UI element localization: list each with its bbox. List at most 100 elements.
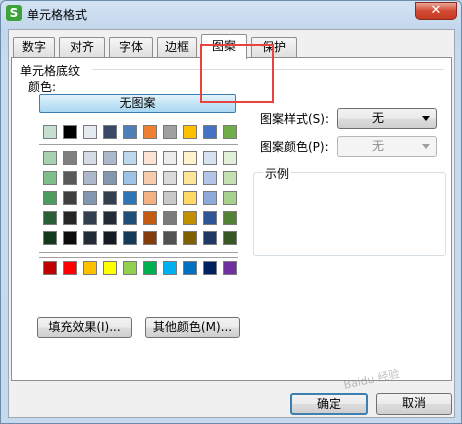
tab-number[interactable]: 数字 xyxy=(13,37,55,58)
color-swatch[interactable] xyxy=(203,151,217,165)
color-swatch[interactable] xyxy=(203,171,217,185)
color-swatch[interactable] xyxy=(183,211,197,225)
color-swatch[interactable] xyxy=(203,211,217,225)
color-swatch[interactable] xyxy=(83,211,97,225)
color-swatch[interactable] xyxy=(63,125,77,139)
group-divider xyxy=(92,69,444,70)
color-swatch[interactable] xyxy=(143,261,157,275)
pattern-color-value: 无 xyxy=(371,139,384,153)
color-swatch[interactable] xyxy=(183,171,197,185)
color-swatch[interactable] xyxy=(143,171,157,185)
color-swatch[interactable] xyxy=(63,211,77,225)
color-swatch[interactable] xyxy=(143,191,157,205)
dialog-title: 单元格格式 xyxy=(27,8,88,22)
color-swatch[interactable] xyxy=(123,191,137,205)
color-swatch[interactable] xyxy=(83,151,97,165)
color-swatch[interactable] xyxy=(83,191,97,205)
color-swatch[interactable] xyxy=(203,231,217,245)
color-swatch[interactable] xyxy=(163,211,177,225)
color-swatch[interactable] xyxy=(43,151,57,165)
color-swatch[interactable] xyxy=(163,125,177,139)
color-swatch[interactable] xyxy=(83,171,97,185)
color-swatch[interactable] xyxy=(143,211,157,225)
color-swatch[interactable] xyxy=(43,231,57,245)
tab-border[interactable]: 边框 xyxy=(157,37,197,58)
color-swatch[interactable] xyxy=(223,171,237,185)
close-button[interactable]: ✕ xyxy=(415,2,457,20)
tab-font[interactable]: 字体 xyxy=(109,37,153,58)
color-swatch[interactable] xyxy=(163,151,177,165)
color-swatch[interactable] xyxy=(43,125,57,139)
color-swatch[interactable] xyxy=(43,191,57,205)
color-swatch[interactable] xyxy=(63,191,77,205)
format-cells-dialog: S 单元格格式 ✕ 数字 对齐 字体 边框 图案 保护 单元格底纹 颜色: 无图… xyxy=(0,0,462,424)
color-swatch[interactable] xyxy=(43,171,57,185)
tab-protection[interactable]: 保护 xyxy=(251,37,297,58)
pattern-color-label: 图案颜色(P): xyxy=(260,140,329,154)
color-swatch[interactable] xyxy=(163,231,177,245)
color-label: 颜色: xyxy=(28,80,57,94)
tab-patterns[interactable]: 图案 xyxy=(201,34,247,59)
color-swatch[interactable] xyxy=(223,211,237,225)
pattern-color-dropdown[interactable]: 无 xyxy=(337,136,437,157)
color-swatch[interactable] xyxy=(123,125,137,139)
color-swatch[interactable] xyxy=(83,125,97,139)
color-swatch[interactable] xyxy=(183,191,197,205)
color-swatch[interactable] xyxy=(103,231,117,245)
no-pattern-button[interactable]: 无图案 xyxy=(39,94,236,113)
color-swatch[interactable] xyxy=(163,171,177,185)
color-swatch[interactable] xyxy=(143,151,157,165)
color-swatch[interactable] xyxy=(183,125,197,139)
color-swatch[interactable] xyxy=(123,261,137,275)
color-swatch[interactable] xyxy=(83,261,97,275)
fill-effects-button[interactable]: 填充效果(I)... xyxy=(37,317,132,338)
color-swatch[interactable] xyxy=(143,125,157,139)
color-swatch[interactable] xyxy=(63,171,77,185)
color-swatch[interactable] xyxy=(103,191,117,205)
pattern-style-value: 无 xyxy=(371,111,384,125)
palette-divider xyxy=(39,252,238,253)
cancel-button[interactable]: 取消 xyxy=(376,393,452,415)
color-swatch[interactable] xyxy=(203,125,217,139)
color-swatch[interactable] xyxy=(123,171,137,185)
preview-box xyxy=(253,172,446,256)
color-swatch[interactable] xyxy=(143,231,157,245)
color-swatch[interactable] xyxy=(103,211,117,225)
color-swatch[interactable] xyxy=(123,231,137,245)
color-swatch[interactable] xyxy=(63,231,77,245)
wps-spreadsheet-icon: S xyxy=(6,5,22,21)
color-swatch[interactable] xyxy=(103,151,117,165)
color-swatch[interactable] xyxy=(223,191,237,205)
color-swatch[interactable] xyxy=(103,261,117,275)
color-swatch[interactable] xyxy=(63,261,77,275)
color-swatch[interactable] xyxy=(223,125,237,139)
tab-strip: 数字 对齐 字体 边框 图案 保护 xyxy=(9,34,454,59)
color-swatch[interactable] xyxy=(163,191,177,205)
ok-button[interactable]: 确定 xyxy=(290,393,368,415)
color-swatch[interactable] xyxy=(223,231,237,245)
more-colors-button[interactable]: 其他颜色(M)... xyxy=(145,317,240,338)
color-swatch[interactable] xyxy=(83,231,97,245)
color-swatch[interactable] xyxy=(203,191,217,205)
title-bar[interactable]: S 单元格格式 ✕ xyxy=(1,1,461,27)
color-swatch[interactable] xyxy=(203,261,217,275)
color-swatch[interactable] xyxy=(103,125,117,139)
palette-divider xyxy=(39,257,238,258)
color-swatch[interactable] xyxy=(63,151,77,165)
color-swatch[interactable] xyxy=(223,151,237,165)
preview-label: 示例 xyxy=(263,165,292,182)
color-swatch[interactable] xyxy=(123,211,137,225)
pattern-style-dropdown[interactable]: 无 xyxy=(337,108,437,129)
tab-alignment[interactable]: 对齐 xyxy=(59,37,105,58)
color-swatch[interactable] xyxy=(183,261,197,275)
patterns-panel: 单元格底纹 颜色: 无图案 填充效果(I)... 其他颜色(M)... 图案样式… xyxy=(11,57,452,381)
color-swatch[interactable] xyxy=(183,231,197,245)
color-swatch[interactable] xyxy=(43,261,57,275)
cell-shading-group-label: 单元格底纹 xyxy=(20,64,81,78)
color-swatch[interactable] xyxy=(163,261,177,275)
color-swatch[interactable] xyxy=(103,171,117,185)
color-swatch[interactable] xyxy=(183,151,197,165)
color-swatch[interactable] xyxy=(123,151,137,165)
color-swatch[interactable] xyxy=(43,211,57,225)
color-swatch[interactable] xyxy=(223,261,237,275)
